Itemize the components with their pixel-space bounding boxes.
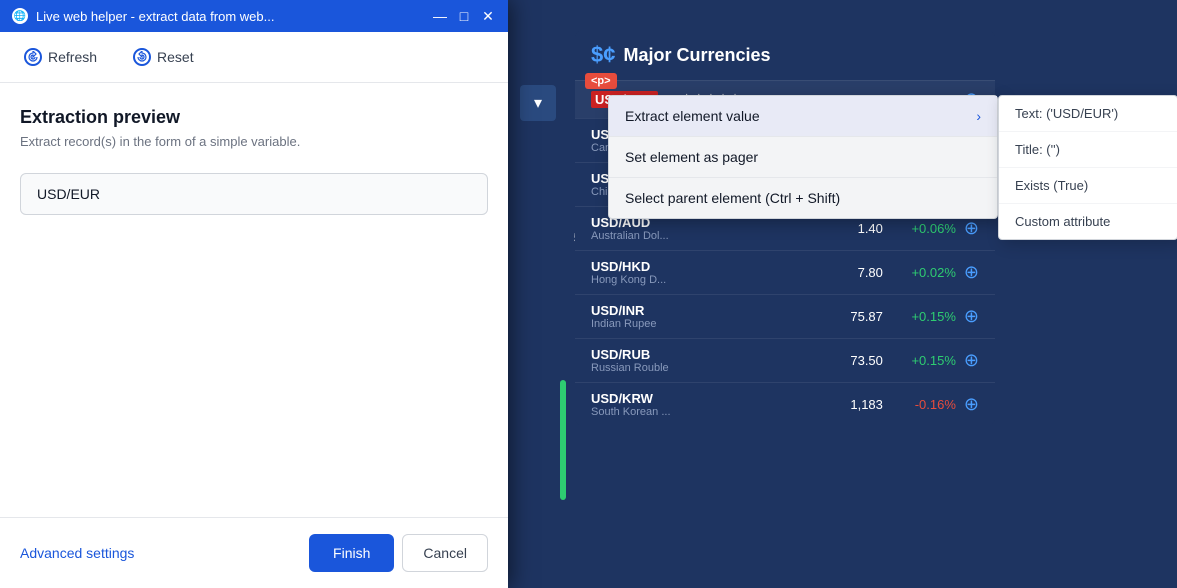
currency-change: -0.16% (891, 397, 956, 412)
submenu-item-text[interactable]: Text: ('USD/EUR') (999, 96, 1177, 132)
currency-change: +0.15% (891, 353, 956, 368)
maximize-button[interactable]: □ (456, 8, 472, 24)
context-menu-item-parent[interactable]: Select parent element (Ctrl + Shift) (609, 178, 997, 218)
context-menu-item-pager[interactable]: Set element as pager (609, 137, 997, 178)
currency-value: 1,183 (823, 397, 883, 412)
title-bar-controls: — □ ✕ (432, 8, 496, 24)
reset-label: Reset (157, 49, 194, 65)
currency-value: 7.80 (823, 265, 883, 280)
context-menu-item-extract[interactable]: Extract element value › (609, 96, 997, 137)
cancel-button[interactable]: Cancel (402, 534, 488, 572)
currency-row-usdkrw[interactable]: USD/KRW South Korean ... 1,183 -0.16% ⊕ (575, 382, 995, 426)
title-bar: 🌐 Live web helper - extract data from we… (0, 0, 508, 32)
currency-value: 1.40 (823, 221, 883, 236)
context-menu-item-label: Select parent element (Ctrl + Shift) (625, 190, 981, 206)
context-menu-item-label: Set element as pager (625, 149, 981, 165)
currency-name: South Korean ... (591, 406, 711, 418)
context-submenu: Text: ('USD/EUR') Title: ('') Exists (Tr… (998, 95, 1177, 240)
currency-name: Indian Rupee (591, 318, 711, 330)
submenu-item-label: Custom attribute (1015, 214, 1110, 229)
title-bar-text: Live web helper - extract data from web.… (36, 9, 424, 24)
submenu-item-custom[interactable]: Custom attribute (999, 204, 1177, 239)
currency-change: +0.06% (891, 221, 956, 236)
minimize-button[interactable]: — (432, 8, 448, 24)
currency-icon: $¢ (591, 42, 615, 68)
submenu-item-label: Text: ('USD/EUR') (1015, 106, 1118, 121)
app-icon: 🌐 (12, 8, 28, 24)
reset-icon (133, 48, 151, 66)
currency-header: $¢ Major Currencies (575, 30, 995, 80)
currency-widget-title: Major Currencies (623, 45, 770, 66)
currency-name: Australian Dol... (591, 230, 711, 242)
currency-row-usdhkd[interactable]: USD/HKD Hong Kong D... 7.80 +0.02% ⊕ (575, 250, 995, 294)
currency-add-btn[interactable]: ⊕ (964, 306, 979, 327)
refresh-label: Refresh (48, 49, 97, 65)
refresh-button[interactable]: Refresh (16, 44, 105, 70)
currency-pair: USD/RUB (591, 347, 711, 362)
currency-add-btn[interactable]: ⊕ (964, 350, 979, 371)
p-badge: <p> (585, 73, 617, 89)
submenu-item-exists[interactable]: Exists (True) (999, 168, 1177, 204)
context-menu: Extract element value › Set element as p… (608, 95, 998, 219)
main-content: Extraction preview Extract record(s) in … (0, 83, 508, 517)
currency-value: 73.50 (823, 353, 883, 368)
finish-button[interactable]: Finish (309, 534, 394, 572)
currency-change: +0.15% (891, 309, 956, 324)
context-menu-arrow-icon: › (976, 108, 981, 124)
footer: Advanced settings Finish Cancel (0, 517, 508, 588)
currency-pair: USD/INR (591, 303, 711, 318)
currency-widget: $¢ Major Currencies <p> · · · · · USD/EU… (575, 30, 995, 426)
extraction-value-box: USD/EUR (20, 173, 488, 215)
submenu-item-label: Exists (True) (1015, 178, 1088, 193)
footer-buttons: Finish Cancel (309, 534, 488, 572)
refresh-icon (24, 48, 42, 66)
close-button[interactable]: ✕ (480, 8, 496, 24)
currency-row-usdinr[interactable]: USD/INR Indian Rupee 75.87 +0.15% ⊕ (575, 294, 995, 338)
currency-add-btn[interactable]: ⊕ (964, 394, 979, 415)
chevron-dropdown-btn[interactable]: ▾ (520, 85, 556, 121)
accent-bar (560, 380, 566, 500)
left-panel: 🌐 Live web helper - extract data from we… (0, 0, 508, 588)
currency-change: +0.02% (891, 265, 956, 280)
currency-value: 75.87 (823, 309, 883, 324)
currency-name: Russian Rouble (591, 362, 711, 374)
extraction-desc: Extract record(s) in the form of a simpl… (20, 134, 488, 149)
submenu-item-title[interactable]: Title: ('') (999, 132, 1177, 168)
currency-pair: USD/HKD (591, 259, 711, 274)
currency-add-btn[interactable]: ⊕ (964, 218, 979, 239)
submenu-item-label: Title: ('') (1015, 142, 1060, 157)
currency-name: Hong Kong D... (591, 274, 711, 286)
reset-button[interactable]: Reset (125, 44, 202, 70)
advanced-settings-link[interactable]: Advanced settings (20, 545, 134, 561)
currency-row-usdrub[interactable]: USD/RUB Russian Rouble 73.50 +0.15% ⊕ (575, 338, 995, 382)
context-menu-item-label: Extract element value (625, 108, 976, 124)
extraction-title: Extraction preview (20, 107, 488, 128)
currency-pair: USD/KRW (591, 391, 711, 406)
currency-add-btn[interactable]: ⊕ (964, 262, 979, 283)
toolbar: Refresh Reset (0, 32, 508, 83)
